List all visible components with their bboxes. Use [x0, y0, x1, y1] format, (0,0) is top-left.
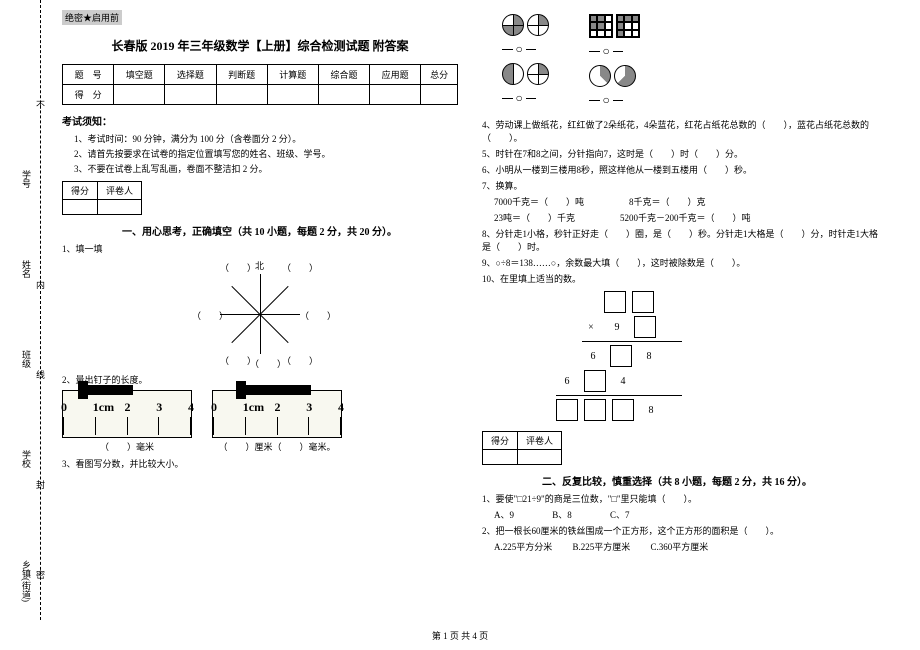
section-1-heading: 一、用心思考，正确填空（共 10 小题，每题 2 分，共 20 分）。: [122, 223, 458, 238]
ruler-1: 0 1cm 2 3 4: [62, 390, 192, 438]
grader-box: 得分评卷人: [62, 181, 142, 215]
ruler-2-caption[interactable]: （ ）厘米（ ）毫米。: [212, 440, 342, 453]
fraction-diagrams: ○ ○ ○ ○: [502, 14, 878, 110]
th-choice: 选择题: [165, 65, 216, 85]
table-row: 得 分: [63, 85, 458, 105]
mc2-options: A.225平方分米 B.225平方厘米 C.360平方厘米: [494, 540, 878, 553]
question-8: 8、分针走1小格，秒针正好走（ ）圈，是（ ）秒。分针走1大格是（ ）分，时针走…: [482, 227, 878, 253]
question-4: 4、劳动课上做纸花，红红做了2朵纸花，4朵蓝花，红花占纸花总数的（ ），蓝花占纸…: [482, 118, 878, 144]
circle-icon: [527, 63, 549, 85]
fraction-blank[interactable]: [589, 91, 600, 110]
grader-box-2: 得分评卷人: [482, 431, 562, 465]
notice-item: 2、请首先按要求在试卷的指定位置填写您的姓名、班级、学号。: [74, 147, 458, 160]
compass-blank[interactable]: （ ）: [282, 354, 318, 367]
fraction-blank[interactable]: [526, 89, 537, 108]
section-2-heading: 二、反复比较，慎重选择（共 8 小题，每题 2 分，共 16 分）。: [542, 473, 878, 488]
binding-margin: 乡镇(街道) 学校 班级 姓名 学号 密 封 线 内 不: [0, 0, 50, 620]
th-comp: 综合题: [318, 65, 369, 85]
fraction-blank[interactable]: [613, 42, 624, 61]
question-7: 7、换算。: [482, 179, 878, 192]
inner-text: 内: [34, 280, 47, 289]
notice-item: 3、不要在试卷上乱写乱画，卷面不整洁扣 2 分。: [74, 162, 458, 175]
th-calc: 计算题: [267, 65, 318, 85]
q7-line: 7000千克＝（ ）吨 8千克＝（ ）克: [494, 195, 878, 208]
compass-blank[interactable]: （ ）: [300, 309, 336, 322]
td-score-label: 得 分: [63, 85, 114, 105]
question-10: 10、在里填上适当的数。: [482, 272, 878, 285]
line-text: 线: [34, 370, 47, 379]
exam-title: 长春版 2019 年三年级数学【上册】综合检测试题 附答案: [62, 37, 458, 54]
question-9: 9、○÷8＝138……○，余数最大填（ ），这时被除数是（ ）。: [482, 256, 878, 269]
exam-page: 绝密★启用前 长春版 2019 年三年级数学【上册】综合检测试题 附答案 题 号…: [0, 0, 920, 620]
field-class: 班级: [20, 350, 33, 368]
square-icon: [589, 14, 613, 38]
ruler-2: 0 1cm 2 3 4: [212, 390, 342, 438]
question-6: 6、小明从一楼到三楼用8秒，照这样他从一楼到五楼用（ ）秒。: [482, 163, 878, 176]
circle-icon: [589, 65, 611, 87]
compass-blank[interactable]: （ ）: [192, 309, 228, 322]
compass-north: 北: [255, 259, 264, 272]
field-id: 学号: [20, 170, 33, 188]
seal-text: 密: [34, 570, 47, 579]
mc1-options: A、9 B、8 C、7: [494, 508, 878, 521]
field-school: 学校: [20, 450, 33, 468]
th-num: 题 号: [63, 65, 114, 85]
th-judge: 判断题: [216, 65, 267, 85]
circle-icon: [614, 65, 636, 87]
fraction-blank[interactable]: [526, 40, 537, 59]
circle-icon: [502, 63, 524, 85]
score-table: 题 号 填空题 选择题 判断题 计算题 综合题 应用题 总分 得 分: [62, 64, 458, 105]
secret-label: 绝密★启用前: [62, 10, 122, 25]
question-1: 1、填一填: [62, 242, 458, 255]
th-fill: 填空题: [114, 65, 165, 85]
mc-question-1: 1、要使"□21÷9"的商是三位数，"□"里只能填（ ）。: [482, 492, 878, 505]
page-footer: 第 1 页 共 4 页: [0, 629, 920, 642]
field-town: 乡镇(街道): [20, 560, 33, 602]
th-total: 总分: [421, 65, 458, 85]
question-5: 5、时针在7和8之间，分针指向7，这时是（ ）时（ ）分。: [482, 147, 878, 160]
field-name: 姓名: [20, 260, 33, 278]
fraction-blank[interactable]: [502, 89, 513, 108]
binding-dash-line: [40, 0, 41, 620]
circle-icon: [527, 14, 549, 36]
fraction-blank[interactable]: [613, 91, 624, 110]
no-answer-text: 不: [34, 100, 47, 109]
mc-question-2: 2、把一根长60厘米的铁丝围成一个正方形，这个正方形的面积是（ ）。: [482, 524, 878, 537]
notice-item: 1、考试时间：90 分钟，满分为 100 分（含卷面分 2 分）。: [74, 132, 458, 145]
th-app: 应用题: [370, 65, 421, 85]
q7-line: 23吨＝（ ）千克 5200千克－200千克＝（ ）吨: [494, 211, 878, 224]
right-column: ○ ○ ○ ○ 4、劳动课上做纸花，红红做了2朵纸花，4朵蓝花，红花占纸花总数的…: [470, 10, 890, 620]
compass-blank[interactable]: （ ）: [220, 261, 256, 274]
compass-blank[interactable]: （ ）: [250, 357, 286, 370]
ruler-1-caption[interactable]: （ ）毫米: [62, 440, 192, 453]
compass-blank[interactable]: （ ）: [282, 261, 318, 274]
fraction-blank[interactable]: [589, 42, 600, 61]
multiplication-diagram: ×9 68 64 8: [582, 291, 878, 421]
compass-diagram: （ ） 北 （ ） （ ） （ ） （ ） （ ） （ ）: [190, 259, 330, 369]
fraction-blank[interactable]: [502, 40, 513, 59]
ruler-row: 0 1cm 2 3 4 （ ）毫米 0 1cm 2 3: [62, 390, 458, 453]
square-icon: [616, 14, 640, 38]
notice-heading: 考试须知：: [62, 113, 458, 128]
circle-icon: [502, 14, 524, 36]
table-row: 题 号 填空题 选择题 判断题 计算题 综合题 应用题 总分: [63, 65, 458, 85]
cut-text: 封: [34, 480, 47, 489]
question-3: 3、看图写分数，并比较大小。: [62, 457, 458, 470]
left-column: 绝密★启用前 长春版 2019 年三年级数学【上册】综合检测试题 附答案 题 号…: [50, 10, 470, 620]
